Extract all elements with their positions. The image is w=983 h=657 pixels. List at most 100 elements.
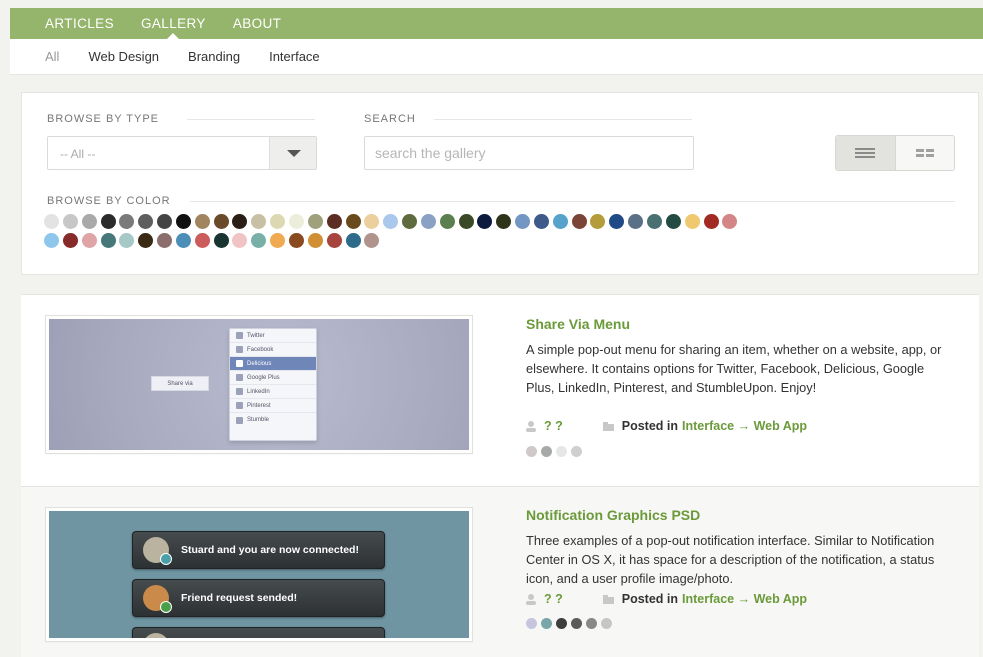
- color-swatch[interactable]: [364, 233, 380, 248]
- color-swatch[interactable]: [175, 233, 191, 248]
- color-swatch[interactable]: [194, 233, 210, 248]
- color-swatch[interactable]: [458, 214, 474, 229]
- type-select[interactable]: -- All --: [47, 136, 317, 170]
- color-dot[interactable]: [601, 618, 612, 629]
- tab-web-design[interactable]: Web Design: [88, 49, 159, 64]
- nav-about[interactable]: ABOUT: [233, 8, 282, 39]
- color-swatch[interactable]: [138, 233, 154, 248]
- grid-view-button[interactable]: [894, 136, 954, 170]
- color-swatch[interactable]: [496, 214, 512, 229]
- color-swatch[interactable]: [326, 214, 342, 229]
- color-swatch[interactable]: [326, 233, 342, 248]
- color-swatch[interactable]: [81, 233, 97, 248]
- tab-branding[interactable]: Branding: [188, 49, 240, 64]
- color-swatch[interactable]: [515, 214, 531, 229]
- color-swatch[interactable]: [439, 214, 455, 229]
- item-thumbnail[interactable]: Stuard and you are now connected! Friend…: [45, 507, 473, 642]
- color-swatch[interactable]: [270, 233, 286, 248]
- menu-item-label: Delicious: [247, 360, 272, 367]
- tab-interface[interactable]: Interface: [269, 49, 320, 64]
- color-dot[interactable]: [556, 618, 567, 629]
- color-dot[interactable]: [541, 618, 552, 629]
- color-swatch[interactable]: [533, 214, 549, 229]
- author-link[interactable]: ? ?: [544, 592, 563, 606]
- color-swatch[interactable]: [81, 214, 97, 229]
- browse-color-text: BROWSE BY COLOR: [47, 195, 171, 207]
- search-input[interactable]: [364, 136, 694, 170]
- color-swatch[interactable]: [251, 214, 267, 229]
- color-swatch[interactable]: [251, 233, 267, 248]
- menu-item-label: LinkedIn: [247, 388, 270, 395]
- color-swatch[interactable]: [345, 214, 361, 229]
- color-dot[interactable]: [526, 618, 537, 629]
- color-swatch[interactable]: [119, 233, 135, 248]
- color-swatch[interactable]: [138, 214, 154, 229]
- item-title[interactable]: Notification Graphics PSD: [526, 507, 700, 523]
- menu-item: Facebook: [230, 343, 316, 357]
- color-swatch[interactable]: [44, 233, 59, 248]
- item-description: A simple pop-out menu for sharing an ite…: [526, 342, 942, 395]
- list-icon: [855, 148, 876, 158]
- color-swatch[interactable]: [157, 214, 173, 229]
- color-swatch[interactable]: [232, 233, 248, 248]
- color-dot[interactable]: [571, 618, 582, 629]
- color-swatch[interactable]: [345, 233, 361, 248]
- color-swatch[interactable]: [647, 214, 662, 229]
- color-swatch[interactable]: [477, 214, 493, 229]
- color-swatch[interactable]: [44, 214, 59, 229]
- color-swatch[interactable]: [157, 233, 173, 248]
- color-swatch[interactable]: [590, 214, 606, 229]
- category-link[interactable]: Interface → Web App: [682, 419, 807, 433]
- color-swatch[interactable]: [665, 214, 681, 229]
- type-select-value: -- All --: [60, 147, 96, 161]
- color-swatch[interactable]: [609, 214, 625, 229]
- tab-all[interactable]: All: [45, 49, 59, 64]
- color-swatch[interactable]: [628, 214, 644, 229]
- color-swatch[interactable]: [383, 214, 399, 229]
- color-swatch[interactable]: [288, 214, 304, 229]
- color-swatch[interactable]: [270, 214, 286, 229]
- divider: [187, 119, 315, 120]
- swatch-row: [44, 233, 944, 248]
- menu-item: Twitter: [230, 329, 316, 343]
- user-icon: [526, 420, 536, 432]
- nav-gallery[interactable]: GALLERY: [141, 8, 206, 39]
- item-title[interactable]: Share Via Menu: [526, 316, 630, 332]
- color-dot[interactable]: [586, 618, 597, 629]
- color-swatch[interactable]: [684, 214, 700, 229]
- color-dot[interactable]: [541, 446, 552, 457]
- pinterest-icon: [236, 402, 243, 409]
- item-thumbnail[interactable]: Share via Twitter Facebook Delicious Goo…: [45, 315, 473, 454]
- color-swatch[interactable]: [175, 214, 191, 229]
- color-swatch[interactable]: [364, 214, 380, 229]
- color-swatch[interactable]: [571, 214, 587, 229]
- color-swatch[interactable]: [119, 214, 135, 229]
- gallery-item: Share via Twitter Facebook Delicious Goo…: [21, 294, 979, 486]
- category-link[interactable]: Interface → Web App: [682, 592, 807, 606]
- color-swatch[interactable]: [232, 214, 248, 229]
- color-swatch[interactable]: [100, 233, 116, 248]
- color-dot[interactable]: [556, 446, 567, 457]
- color-swatch[interactable]: [62, 233, 78, 248]
- color-swatch[interactable]: [552, 214, 568, 229]
- color-swatch[interactable]: [213, 214, 229, 229]
- color-swatch[interactable]: [420, 214, 436, 229]
- color-swatch[interactable]: [288, 233, 304, 248]
- list-view-button[interactable]: [836, 136, 895, 170]
- color-swatch[interactable]: [307, 233, 323, 248]
- item-colors: [526, 618, 616, 629]
- color-swatch[interactable]: [62, 214, 78, 229]
- color-swatch[interactable]: [213, 233, 229, 248]
- color-swatch[interactable]: [402, 214, 418, 229]
- color-swatch[interactable]: [307, 214, 323, 229]
- color-dot[interactable]: [571, 446, 582, 457]
- color-dot[interactable]: [526, 446, 537, 457]
- color-swatch[interactable]: [722, 214, 738, 229]
- chevron-down-icon[interactable]: [269, 137, 316, 169]
- author-link[interactable]: ? ?: [544, 419, 563, 433]
- menu-item-label: Twitter: [247, 332, 265, 339]
- color-swatch[interactable]: [703, 214, 719, 229]
- nav-articles[interactable]: ARTICLES: [45, 8, 114, 39]
- color-swatch[interactable]: [100, 214, 116, 229]
- color-swatch[interactable]: [194, 214, 210, 229]
